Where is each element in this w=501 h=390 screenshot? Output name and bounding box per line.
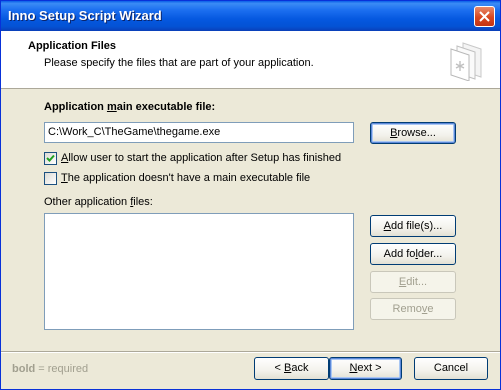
- next-button[interactable]: Next >: [329, 357, 402, 380]
- main-exe-input[interactable]: C:\Work_C\TheGame\thegame.exe: [44, 122, 354, 143]
- page-subtitle: Please specify the files that are part o…: [44, 57, 314, 69]
- add-files-button[interactable]: Add file(s)...: [370, 215, 456, 237]
- other-files-label: Other application files:: [44, 196, 153, 208]
- edit-button[interactable]: Edit...: [370, 271, 456, 293]
- close-button[interactable]: [474, 6, 495, 27]
- wizard-pages-icon: [450, 42, 482, 81]
- other-files-list[interactable]: [44, 213, 354, 330]
- required-note: bold = required: [12, 363, 89, 375]
- browse-button[interactable]: Browse...: [370, 122, 456, 144]
- remove-button[interactable]: Remove: [370, 298, 456, 320]
- wizard-window: Inno Setup Script Wizard Application Fil…: [0, 0, 501, 390]
- window-title: Inno Setup Script Wizard: [8, 8, 162, 23]
- no-main-exe-checkbox[interactable]: [44, 172, 57, 185]
- allow-start-checkbox[interactable]: [44, 152, 57, 165]
- close-icon: [479, 11, 490, 22]
- no-main-exe-label[interactable]: The application doesn't have a main exec…: [61, 172, 310, 184]
- main-exe-label: Application main executable file:: [44, 101, 216, 113]
- add-folder-button[interactable]: Add folder...: [370, 243, 456, 265]
- wizard-header: Application Files Please specify the fil…: [1, 31, 500, 89]
- cancel-button[interactable]: Cancel: [414, 357, 488, 380]
- title-bar[interactable]: Inno Setup Script Wizard: [1, 1, 500, 31]
- footer-separator: [1, 351, 500, 353]
- page-title: Application Files: [28, 40, 117, 52]
- checkmark-icon: [46, 154, 55, 162]
- allow-start-label[interactable]: Allow user to start the application afte…: [61, 152, 341, 164]
- back-button[interactable]: < Back: [254, 357, 329, 380]
